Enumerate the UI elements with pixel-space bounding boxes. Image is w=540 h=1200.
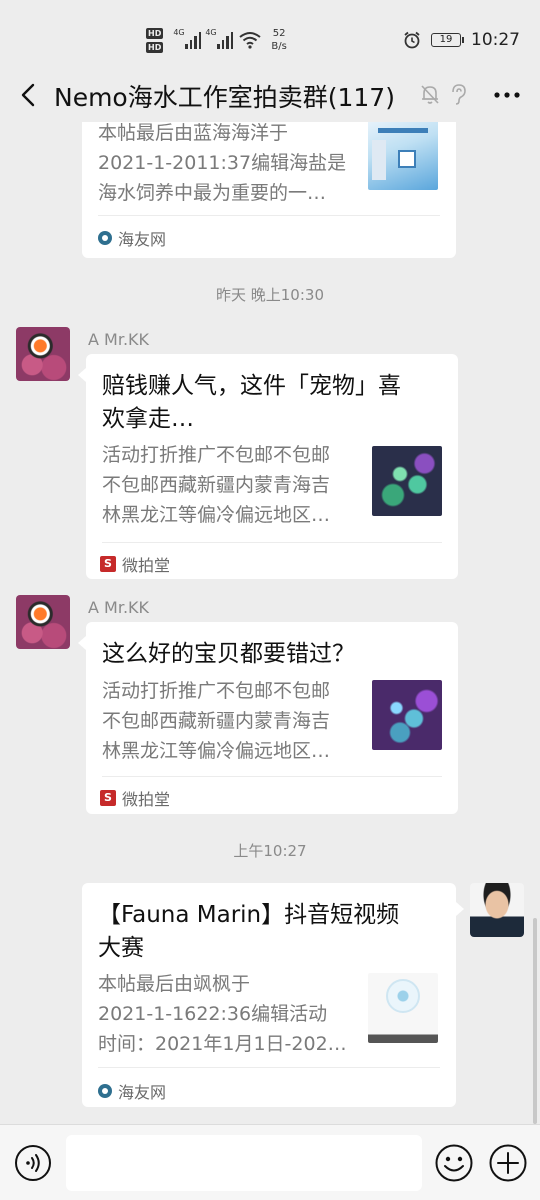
emoji-icon[interactable] bbox=[434, 1143, 474, 1183]
card-title-line: 【Fauna Marin】抖音短视频 bbox=[98, 902, 400, 928]
status-left: HD HD 4G 4G 52 B/s bbox=[146, 24, 287, 56]
weipaitang-logo-icon: S bbox=[100, 790, 116, 806]
speed-value: 52 bbox=[272, 28, 286, 39]
signal-icon: 4G bbox=[173, 28, 202, 49]
hd-indicators: HD HD bbox=[146, 27, 164, 53]
status-right: 19 10:27 bbox=[403, 28, 520, 52]
link-card[interactable]: 【Fauna Marin】抖音短视频 大赛 本帖最后由飒枫于 2021-1-16… bbox=[82, 883, 456, 1107]
back-arrow-icon[interactable] bbox=[14, 80, 44, 110]
alarm-icon bbox=[404, 31, 420, 49]
card-title-line: 这么好的宝贝都要错过？ bbox=[102, 641, 355, 667]
card-source: S 微拍堂 bbox=[100, 786, 170, 810]
clock: 10:27 bbox=[471, 30, 520, 50]
avatar[interactable] bbox=[16, 595, 70, 649]
card-source: 海友网 bbox=[98, 226, 166, 250]
card-thumbnail bbox=[368, 122, 438, 190]
card-title: 这么好的宝贝都要错过？ bbox=[102, 638, 448, 671]
card-description-line: 时间：2021年1月1日-202… bbox=[98, 1033, 347, 1055]
sender-name: A Mr.KK bbox=[88, 330, 150, 349]
avatar[interactable] bbox=[16, 327, 70, 381]
haiyou-logo-icon bbox=[98, 1084, 112, 1098]
link-card[interactable]: 这么好的宝贝都要错过？ 活动打折推广不包邮不包邮 不包邮西藏新疆内蒙青海吉 林黑… bbox=[86, 622, 458, 814]
card-thumbnail bbox=[372, 680, 442, 750]
card-description-line: 活动打折推广不包邮不包邮 bbox=[102, 444, 331, 466]
ear-icon bbox=[452, 84, 466, 105]
link-card[interactable]: 赔钱赚人气，这件「宠物」喜 欢拿走… 活动打折推广不包邮不包邮 不包邮西藏新疆内… bbox=[86, 354, 458, 579]
card-title: 赔钱赚人气，这件「宠物」喜 欢拿走… bbox=[102, 370, 448, 436]
card-source-name: 微拍堂 bbox=[122, 556, 171, 575]
chat-header: Nemo海水工作室拍卖群(117) bbox=[0, 70, 540, 122]
card-description-line: 林黑龙江等偏冷偏远地区… bbox=[102, 504, 331, 526]
hd-badge: HD bbox=[146, 27, 164, 39]
scrollbar[interactable] bbox=[533, 918, 537, 1124]
bubble-tail bbox=[78, 636, 86, 650]
card-thumbnail bbox=[372, 446, 442, 516]
card-source: S 微拍堂 bbox=[100, 552, 170, 576]
input-bar bbox=[0, 1124, 540, 1200]
card-divider bbox=[98, 1067, 440, 1068]
card-source-name: 微拍堂 bbox=[122, 790, 171, 809]
time-label: 上午10:27 bbox=[233, 842, 307, 860]
card-description: 活动打折推广不包邮不包邮 不包邮西藏新疆内蒙青海吉 林黑龙江等偏冷偏远地区… bbox=[102, 676, 362, 766]
bubble-tail bbox=[78, 368, 86, 382]
network-label: 4G bbox=[205, 28, 217, 37]
time-label: 昨天 晚上10:30 bbox=[216, 286, 324, 304]
speed-unit: B/s bbox=[271, 41, 287, 52]
haiyou-logo-icon bbox=[98, 231, 112, 245]
card-description-line: 2021-1-2011:37编辑海盐是 bbox=[98, 152, 347, 174]
signal-icon: 4G bbox=[205, 28, 234, 49]
card-divider bbox=[98, 215, 440, 216]
bubble-tail bbox=[456, 902, 464, 916]
battery-icon: 19 bbox=[431, 33, 464, 47]
link-card[interactable]: 本帖最后由蓝海海洋于 2021-1-2011:37编辑海盐是 海水饲养中最为重要… bbox=[82, 122, 456, 258]
avatar[interactable] bbox=[470, 883, 524, 937]
network-label: 4G bbox=[173, 28, 185, 37]
card-title-line: 欢拿走… bbox=[102, 406, 194, 432]
voice-icon[interactable] bbox=[14, 1144, 52, 1182]
status-bar: HD HD 4G 4G 52 B/s 19 10:27 bbox=[0, 0, 540, 78]
card-title: 【Fauna Marin】抖音短视频 大赛 bbox=[98, 899, 444, 965]
card-description-line: 2021-1-1622:36编辑活动 bbox=[98, 1003, 328, 1025]
sender-name: A Mr.KK bbox=[88, 598, 150, 617]
more-dots-icon[interactable] bbox=[492, 82, 522, 108]
chat-title: Nemo海水工作室拍卖群(117) bbox=[54, 83, 395, 112]
hd-badge: HD bbox=[146, 41, 164, 53]
weipaitang-logo-icon: S bbox=[100, 556, 116, 572]
card-description-line: 本帖最后由蓝海海洋于 bbox=[98, 122, 289, 144]
mute-bell-icon bbox=[421, 85, 439, 104]
chat-area[interactable]: 本帖最后由蓝海海洋于 2021-1-2011:37编辑海盐是 海水饲养中最为重要… bbox=[0, 122, 540, 1124]
card-description-line: 不包邮西藏新疆内蒙青海吉 bbox=[102, 474, 331, 496]
card-description-line: 不包邮西藏新疆内蒙青海吉 bbox=[102, 710, 331, 732]
card-divider bbox=[102, 776, 442, 777]
card-description: 活动打折推广不包邮不包邮 不包邮西藏新疆内蒙青海吉 林黑龙江等偏冷偏远地区… bbox=[102, 440, 362, 530]
card-description-line: 本帖最后由飒枫于 bbox=[98, 973, 251, 995]
card-source: 海友网 bbox=[98, 1079, 166, 1103]
card-description-line: 林黑龙江等偏冷偏远地区… bbox=[102, 740, 331, 762]
card-description-line: 活动打折推广不包邮不包邮 bbox=[102, 680, 331, 702]
network-speed: 52 B/s bbox=[271, 27, 286, 53]
card-title-line: 大赛 bbox=[98, 935, 144, 961]
card-description-line: 海水饲养中最为重要的一… bbox=[98, 182, 327, 204]
card-description: 本帖最后由飒枫于 2021-1-1622:36编辑活动 时间：2021年1月1日… bbox=[98, 969, 358, 1059]
card-divider bbox=[102, 542, 442, 543]
wifi-icon bbox=[239, 32, 261, 49]
card-source-name: 海友网 bbox=[118, 230, 167, 249]
card-title-line: 赔钱赚人气，这件「宠物」喜 bbox=[102, 373, 401, 399]
plus-icon[interactable] bbox=[488, 1143, 528, 1183]
card-description: 本帖最后由蓝海海洋于 2021-1-2011:37编辑海盐是 海水饲养中最为重要… bbox=[98, 122, 354, 208]
message-input[interactable] bbox=[66, 1135, 422, 1191]
card-source-name: 海友网 bbox=[118, 1083, 167, 1102]
card-thumbnail bbox=[368, 973, 438, 1043]
